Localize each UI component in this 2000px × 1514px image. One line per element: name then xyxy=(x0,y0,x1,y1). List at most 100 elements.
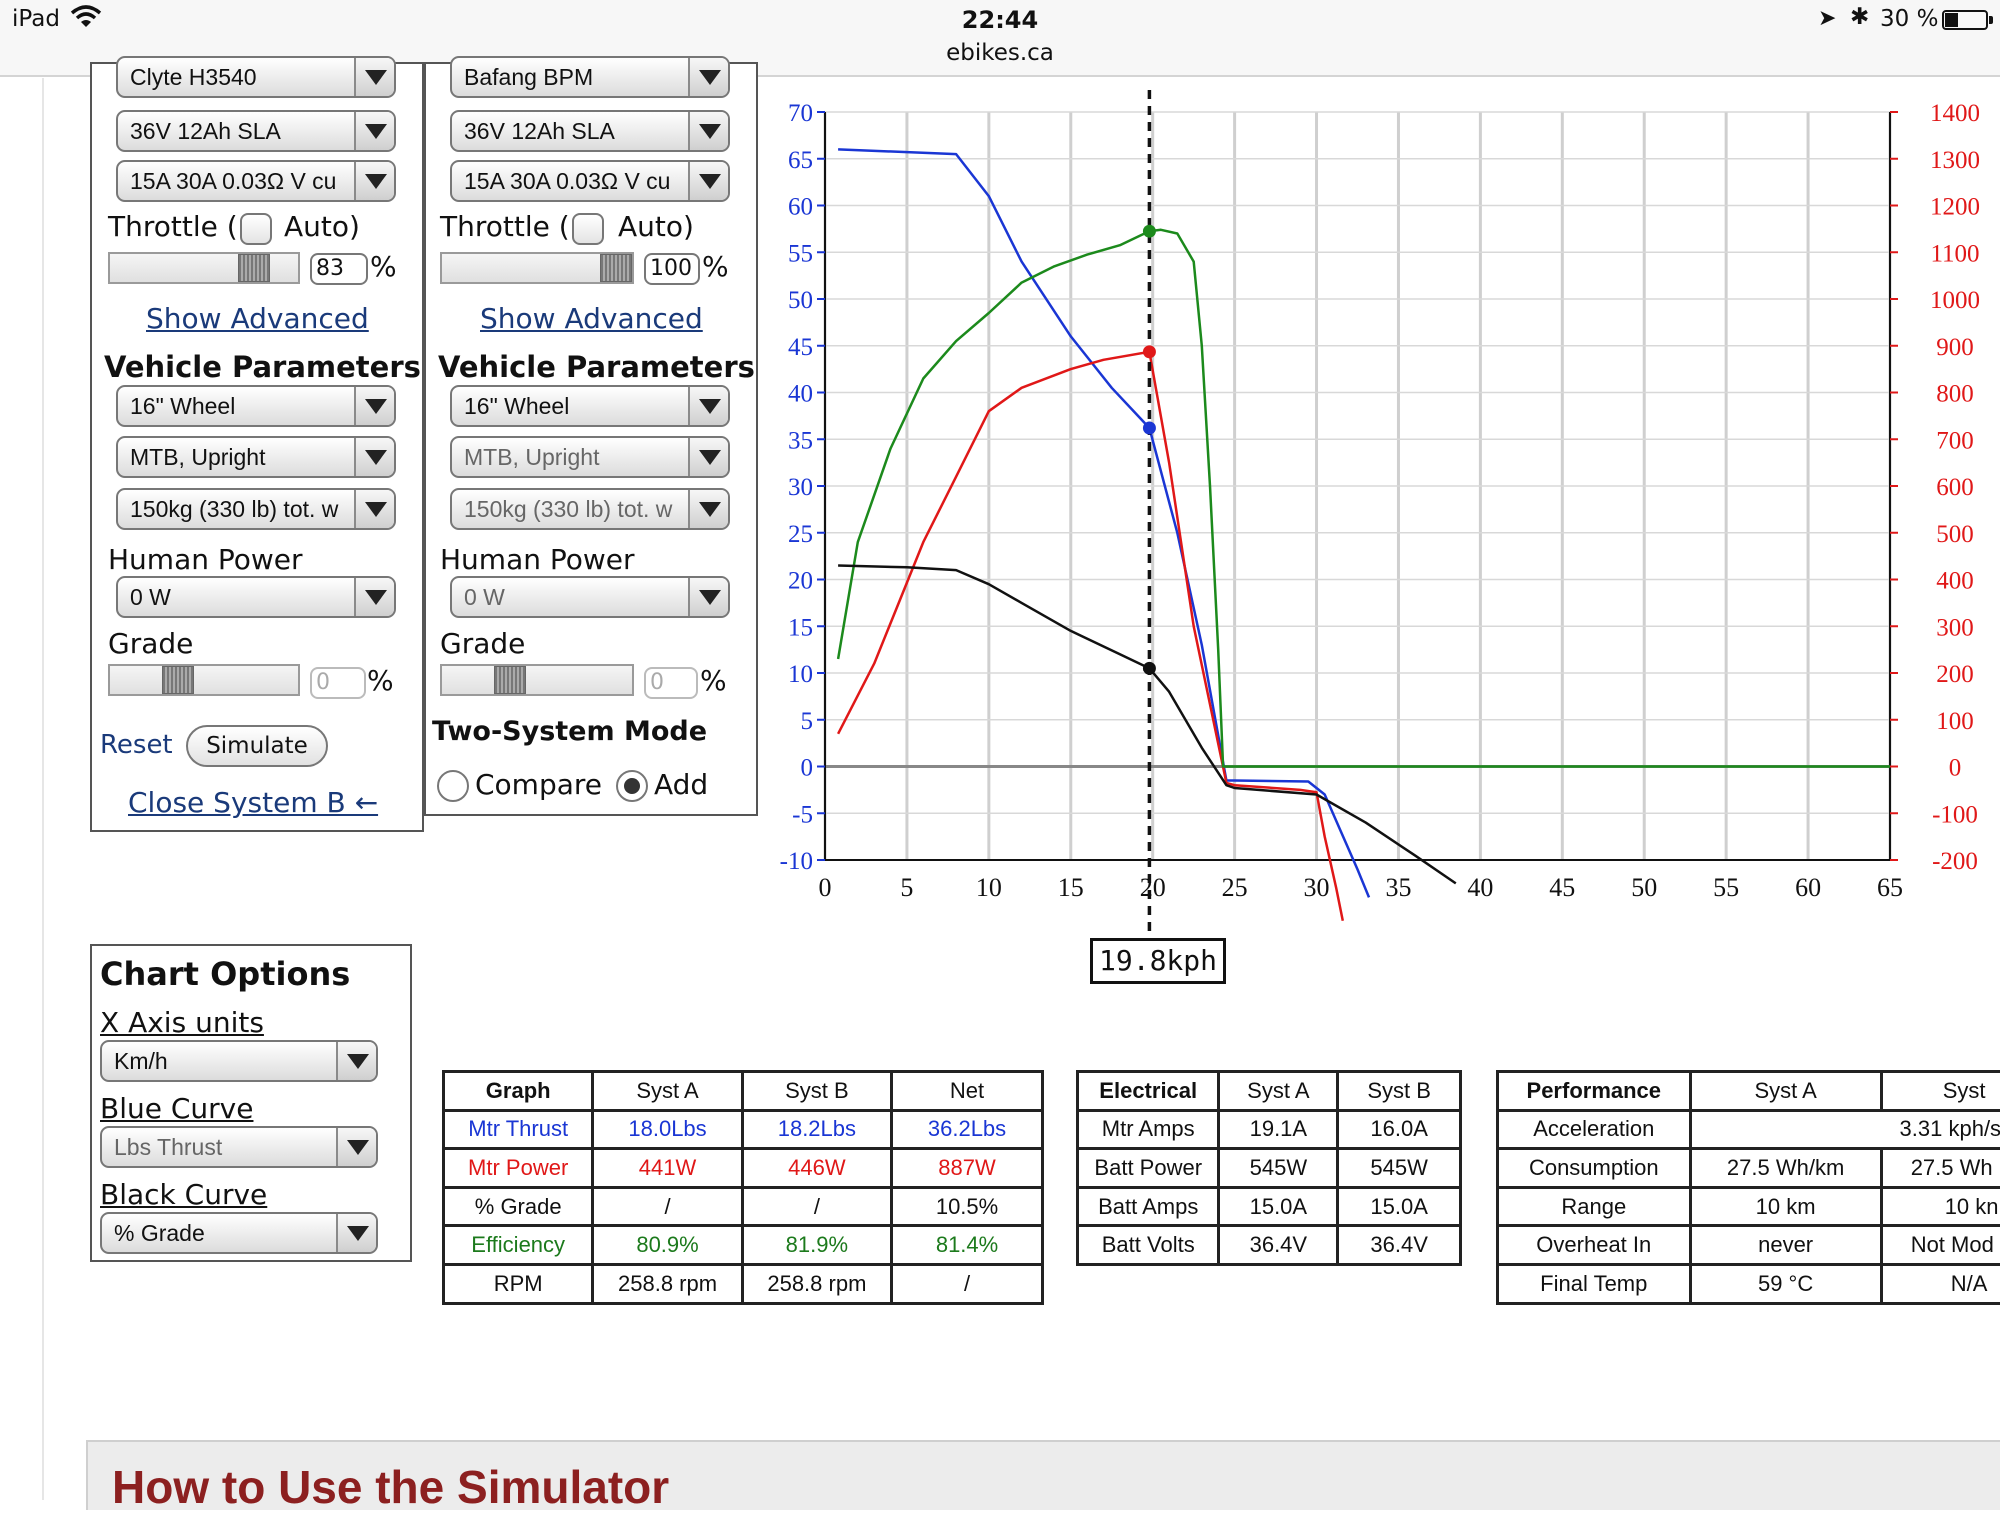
x-tick-label: 35 xyxy=(1385,873,1411,902)
table-cell: Mtr Amps xyxy=(1078,1110,1219,1149)
system-b-battery-select[interactable]: 36V 12Ah SLA xyxy=(450,110,730,152)
table-header-row: Electrical Syst A Syst B xyxy=(1078,1072,1461,1111)
simulate-button[interactable]: Simulate xyxy=(186,725,328,767)
table-cell: Final Temp xyxy=(1498,1264,1691,1303)
system-b-wheel-select[interactable]: 16" Wheel xyxy=(450,385,730,427)
table-row: Batt Volts 36.4V 36.4V xyxy=(1078,1226,1461,1265)
y-left-tick-label: 60 xyxy=(788,194,813,221)
table-cell: Batt Power xyxy=(1078,1149,1219,1188)
slider-thumb[interactable] xyxy=(494,666,526,694)
system-a-grade-slider[interactable] xyxy=(108,664,300,696)
chevron-down-icon xyxy=(354,438,394,476)
add-label: Add xyxy=(654,768,708,801)
table-row: Range 10 km 10 kn xyxy=(1498,1187,2000,1226)
slider-thumb[interactable] xyxy=(238,254,270,282)
system-b-throttle-input[interactable]: 100 xyxy=(644,253,700,285)
y-right-tick-label: 600 xyxy=(1936,474,1974,501)
system-a-battery-select[interactable]: 36V 12Ah SLA xyxy=(116,110,396,152)
chevron-down-icon xyxy=(336,1214,376,1252)
simulation-chart[interactable]: -10-50510152025303540455055606570-200-10… xyxy=(760,90,2000,950)
black-curve-select[interactable]: % Grade xyxy=(100,1212,378,1254)
system-a-grade-input[interactable]: 0 xyxy=(310,667,366,699)
table-row: Overheat In never Not Mod xyxy=(1498,1226,2000,1265)
x-tick-label: 50 xyxy=(1631,873,1657,902)
system-a-show-advanced-link[interactable]: Show Advanced xyxy=(146,302,369,335)
system-a-human-power-select[interactable]: 0 W xyxy=(116,576,396,618)
table-cell: 18.2Lbs xyxy=(742,1110,891,1149)
y-right-tick-label: 300 xyxy=(1936,614,1974,641)
system-b-show-advanced-link[interactable]: Show Advanced xyxy=(480,302,703,335)
x-tick-label: 40 xyxy=(1467,873,1493,902)
system-b-weight-select[interactable]: 150kg (330 lb) tot. w xyxy=(450,488,730,530)
table-cell: % Grade xyxy=(444,1187,593,1226)
y-left-tick-label: 0 xyxy=(801,755,814,782)
system-b-vehicle-heading: Vehicle Parameters xyxy=(438,350,755,384)
x-axis-units-label: X Axis units xyxy=(100,1006,264,1039)
system-b-throttle-label: Throttle ( xyxy=(440,210,570,243)
chevron-down-icon xyxy=(688,438,728,476)
y-left-tick-label: 30 xyxy=(788,474,813,501)
system-a-controller-select[interactable]: 15A 30A 0.03Ω V cu xyxy=(116,160,396,202)
system-b-auto-checkbox[interactable] xyxy=(572,213,604,245)
close-system-b-link[interactable]: Close System B ← xyxy=(128,786,378,819)
y-left-tick-label: 65 xyxy=(788,147,813,174)
table-cell: 81.4% xyxy=(892,1226,1043,1265)
location-arrow-icon: ➤ xyxy=(1818,6,1836,31)
system-a-human-power-label: Human Power xyxy=(108,543,303,576)
table-row: Final Temp 59 °C N/A xyxy=(1498,1264,2000,1303)
system-b-grade-slider[interactable] xyxy=(440,664,634,696)
y-left-tick-label: 50 xyxy=(788,287,813,314)
slider-thumb[interactable] xyxy=(162,666,194,694)
x-axis-units-select[interactable]: Km/h xyxy=(100,1040,378,1082)
y-left-tick-label: 55 xyxy=(788,240,813,267)
reset-link[interactable]: Reset xyxy=(100,730,173,760)
y-right-tick-label: 1100 xyxy=(1930,240,1979,267)
blue-curve-label: Blue Curve xyxy=(100,1092,253,1125)
system-b-posture-select[interactable]: MTB, Upright xyxy=(450,436,730,478)
table-cell: / xyxy=(593,1187,742,1226)
bluetooth-icon: ✱ xyxy=(1850,4,1869,30)
y-left-tick-label: 40 xyxy=(788,381,813,408)
battery-percent: 30 % xyxy=(1880,6,1938,32)
table-cell: 441W xyxy=(593,1149,742,1188)
x-tick-label: 15 xyxy=(1058,873,1084,902)
table-cell: Batt Amps xyxy=(1078,1187,1219,1226)
chevron-down-icon xyxy=(354,490,394,528)
system-a-auto-checkbox[interactable] xyxy=(240,213,272,245)
table-cell: 10 kn xyxy=(1881,1187,2000,1226)
system-b-controller-select[interactable]: 15A 30A 0.03Ω V cu xyxy=(450,160,730,202)
system-a-motor-select[interactable]: Clyte H3540 xyxy=(116,56,396,98)
table-cell: 258.8 rpm xyxy=(742,1264,891,1303)
table-header-cell: Syst A xyxy=(593,1072,742,1111)
table-header-row: Graph Syst A Syst B Net xyxy=(444,1072,1043,1111)
table-header-cell: Syst B xyxy=(1338,1072,1461,1111)
system-a-throttle-slider[interactable] xyxy=(108,252,300,284)
table-cell: Acceleration xyxy=(1498,1110,1691,1149)
slider-thumb[interactable] xyxy=(600,254,632,282)
how-to-heading: How to Use the Simulator xyxy=(112,1460,669,1514)
chevron-down-icon xyxy=(688,578,728,616)
table-cell: 15.0A xyxy=(1219,1187,1338,1226)
table-row: Batt Power 545W 545W xyxy=(1078,1149,1461,1188)
system-b-grade-input[interactable]: 0 xyxy=(644,667,698,699)
x-tick-label: 55 xyxy=(1713,873,1739,902)
table-cell: / xyxy=(892,1264,1043,1303)
add-radio[interactable] xyxy=(616,770,648,802)
y-right-tick-label: 700 xyxy=(1936,427,1974,454)
system-a-wheel-select[interactable]: 16" Wheel xyxy=(116,385,396,427)
system-a-weight-select[interactable]: 150kg (330 lb) tot. w xyxy=(116,488,396,530)
page-left-edge xyxy=(42,78,44,1500)
system-b-throttle-slider[interactable] xyxy=(440,252,634,284)
table-row: Efficiency 80.9% 81.9% 81.4% xyxy=(444,1226,1043,1265)
cursor-speed-label: 19.8kph xyxy=(1090,938,1226,984)
table-cell: 36.4V xyxy=(1219,1226,1338,1265)
system-b-human-power-select[interactable]: 0 W xyxy=(450,576,730,618)
cursor-dot-0 xyxy=(1143,422,1156,435)
chevron-down-icon xyxy=(336,1128,376,1166)
clock: 22:44 xyxy=(0,6,2000,34)
compare-radio[interactable] xyxy=(437,770,469,802)
system-a-posture-select[interactable]: MTB, Upright xyxy=(116,436,396,478)
system-b-motor-select[interactable]: Bafang BPM xyxy=(450,56,730,98)
system-a-throttle-input[interactable]: 83 xyxy=(310,253,368,285)
blue-curve-select[interactable]: Lbs Thrust xyxy=(100,1126,378,1168)
